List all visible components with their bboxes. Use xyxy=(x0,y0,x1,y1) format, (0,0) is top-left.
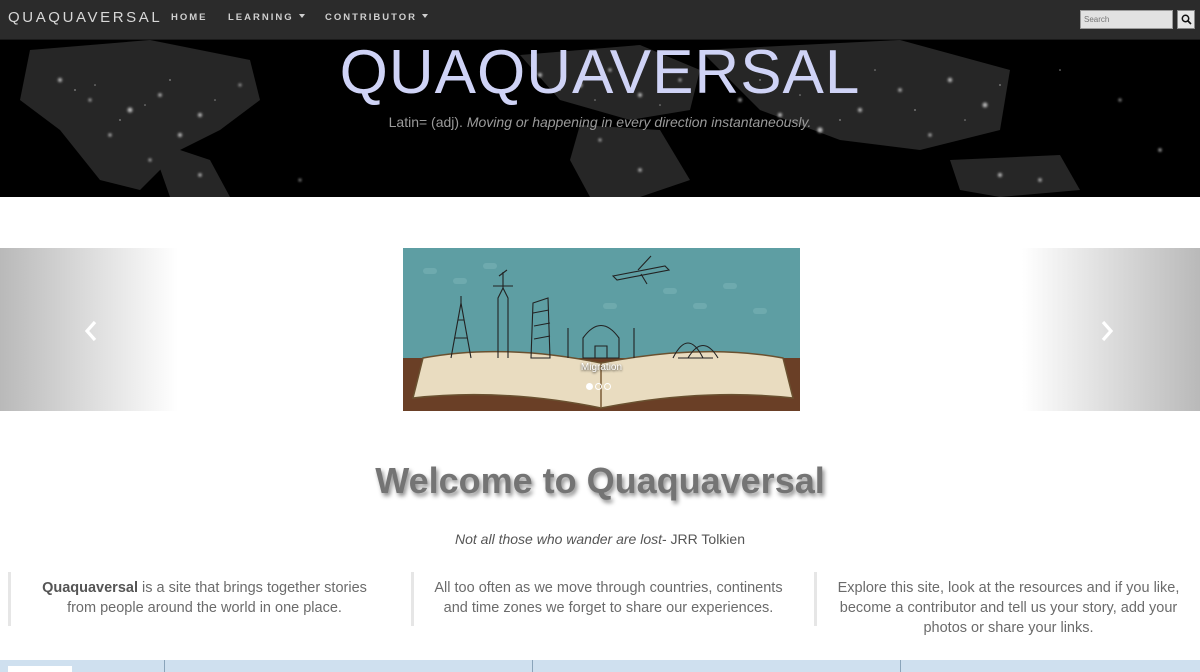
bottom-map-strip xyxy=(0,660,1200,672)
quote-text: Not all those who wander are lost xyxy=(455,531,662,547)
intro-column-2-line1: All too often as we move through countri… xyxy=(434,580,783,596)
nav-learning-label: LEARNING xyxy=(228,12,294,23)
intro-column-3: Explore this site, look at the resources… xyxy=(814,572,1200,636)
hero-subtitle: Latin= (adj). Moving or happening in eve… xyxy=(0,114,1200,130)
bottom-tab xyxy=(8,666,72,672)
intro-column-2: All too often as we move through countri… xyxy=(411,572,803,626)
intro-column-3-line1: Explore this site, look at the resources… xyxy=(837,580,1180,596)
hero-banner: QUAQUAVERSAL Latin= (adj). Moving or hap… xyxy=(0,40,1200,197)
strip-divider xyxy=(532,660,533,672)
carousel-prev-control[interactable] xyxy=(0,248,178,411)
brand-logo[interactable]: QUAQUAVERSAL xyxy=(8,9,162,26)
carousel-caption: Migration xyxy=(580,362,623,373)
caret-down-icon xyxy=(422,14,429,19)
search-button[interactable] xyxy=(1177,10,1195,29)
carousel-indicator-2[interactable] xyxy=(595,383,602,390)
hero-subtitle-definition: Moving or happening in every direction i… xyxy=(466,114,812,130)
carousel-indicators xyxy=(586,377,613,395)
tolkien-quote: Not all those who wander are lost- JRR T… xyxy=(0,531,1200,547)
carousel-indicator-1[interactable] xyxy=(586,383,593,390)
intro-column-1-text: is a site that brings together stories xyxy=(138,580,367,596)
carousel-slide[interactable]: Migration xyxy=(403,248,800,411)
carousel-indicator-3[interactable] xyxy=(604,383,611,390)
top-navbar: QUAQUAVERSAL HOME LEARNING CONTRIBUTOR xyxy=(0,0,1200,40)
image-carousel: Migration xyxy=(0,248,1200,411)
intro-column-2-line2: and time zones we forget to share our ex… xyxy=(443,600,774,616)
intro-column-1-line2: from people around the world in one plac… xyxy=(67,600,342,616)
chevron-left-icon xyxy=(84,320,97,342)
search-icon xyxy=(1181,14,1192,25)
strip-divider xyxy=(164,660,165,672)
chevron-right-icon xyxy=(1101,320,1114,342)
hero-subtitle-prefix: Latin= (adj). xyxy=(388,114,463,130)
intro-column-3-line2: become a contributor and tell us your st… xyxy=(839,600,1178,616)
hero-title: QUAQUAVERSAL xyxy=(339,40,861,107)
nav-learning-dropdown[interactable]: LEARNING xyxy=(228,12,305,23)
intro-column-1-line1: Quaquaversal is a site that brings toget… xyxy=(11,578,398,598)
carousel-next-control[interactable] xyxy=(1022,248,1200,411)
nav-contributor-dropdown[interactable]: CONTRIBUTOR xyxy=(325,12,429,23)
quote-author: - JRR Tolkien xyxy=(662,531,745,547)
search-input[interactable] xyxy=(1080,10,1173,29)
nav-home-label: HOME xyxy=(171,12,208,23)
nav-contributor-label: CONTRIBUTOR xyxy=(325,12,418,23)
site-name-bold: Quaquaversal xyxy=(42,580,138,596)
intro-column-1: Quaquaversal is a site that brings toget… xyxy=(8,572,398,626)
nav-home[interactable]: HOME xyxy=(171,12,208,23)
intro-column-3-line3: photos or share your links. xyxy=(923,620,1094,636)
welcome-heading: Welcome to Quaquaversal xyxy=(375,460,825,501)
strip-divider xyxy=(900,660,901,672)
caret-down-icon xyxy=(298,14,305,19)
